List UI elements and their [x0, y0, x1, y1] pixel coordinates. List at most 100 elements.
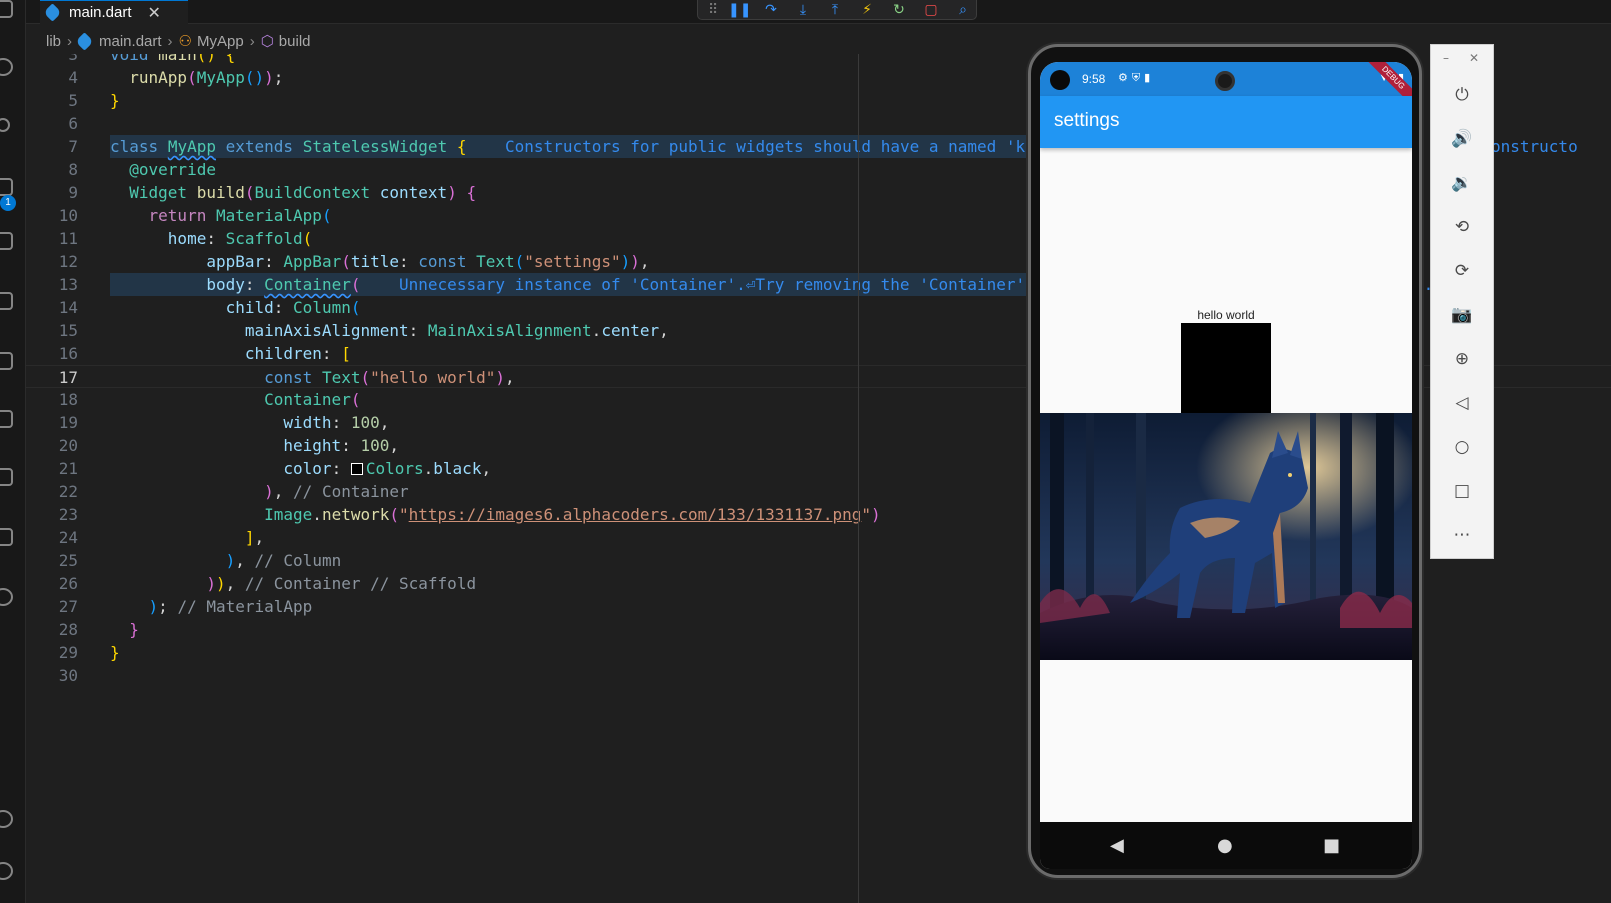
extensions-icon[interactable] [0, 232, 13, 250]
code-text: width: 100, [283, 413, 390, 432]
code-text: const Text("hello world"), [264, 368, 515, 387]
camera-cutout-icon [1050, 70, 1070, 90]
home-icon[interactable]: ○ [1449, 434, 1475, 460]
image-url-link[interactable]: https://images6.alphacoders.com/133/1331… [409, 505, 862, 524]
color-swatch-icon[interactable] [350, 463, 363, 475]
line-number: 16 [58, 344, 78, 363]
chevron-right-icon: › [67, 32, 73, 50]
volume-down-icon[interactable]: 🔉 [1449, 170, 1475, 196]
testing-icon[interactable] [0, 292, 13, 310]
code-text: ), // Column [225, 551, 342, 570]
tab-main-dart[interactable]: main.dart ✕ [40, 0, 188, 24]
notification-badge: 1 [0, 195, 16, 211]
search-icon[interactable] [0, 58, 13, 76]
code-text: appBar: AppBar(title: const Text("settin… [206, 252, 650, 271]
line-number: 18 [58, 390, 78, 409]
status-time: 9:58 [1082, 72, 1106, 86]
code-text: void main() { [110, 54, 236, 64]
account-icon[interactable] [0, 810, 13, 828]
line-number: 26 [58, 574, 78, 593]
line-number: 24 [58, 528, 78, 547]
stop-icon[interactable]: ▢ [920, 2, 942, 18]
python-icon[interactable] [0, 410, 13, 428]
line-number: 9 [68, 183, 78, 202]
drag-handle-icon[interactable]: ⠿ [708, 2, 718, 18]
nav-home-icon[interactable]: ● [1217, 835, 1233, 856]
breadcrumb-class[interactable]: MyApp [197, 33, 244, 50]
code-text: body: Container( Unnecessary instance of… [110, 273, 1055, 296]
code-text: ), // Container [264, 482, 409, 501]
play-icon[interactable] [0, 588, 13, 606]
line-number: 21 [58, 459, 78, 478]
back-icon[interactable]: ◁ [1449, 390, 1475, 416]
more-icon[interactable]: ⋯ [1449, 522, 1475, 548]
line-number: 3 [68, 54, 78, 64]
code-text: } [110, 91, 120, 110]
code-text: )), // Container // Scaffold [206, 574, 477, 593]
code-text: return MaterialApp( [148, 206, 332, 225]
code-text: } [110, 643, 120, 662]
line-number: 25 [58, 551, 78, 570]
flask-icon[interactable] [0, 352, 13, 370]
front-camera-icon [1215, 71, 1235, 91]
minimize-icon[interactable]: – [1443, 51, 1449, 65]
volume-up-icon[interactable]: 🔊 [1449, 126, 1475, 152]
gear-icon[interactable] [0, 862, 13, 880]
line-number: 27 [58, 597, 78, 616]
breadcrumb-method[interactable]: build [279, 33, 311, 50]
code-text: color: Colors.black, [283, 459, 492, 478]
hot-reload-icon[interactable]: ⚡ [856, 2, 878, 18]
phone-screen[interactable]: 9:58 ⚙⛨▮ ▼◢▮ DEBUG settings hello world [1040, 62, 1412, 869]
code-text: ], [244, 528, 265, 547]
nav-back-icon[interactable]: ◀ [1110, 835, 1124, 856]
line-number: 11 [58, 229, 78, 248]
breadcrumb-folder[interactable]: lib [46, 33, 61, 50]
zoom-icon[interactable]: ⊕ [1449, 346, 1475, 372]
dart-file-icon [75, 31, 94, 51]
breadcrumb-file[interactable]: main.dart [99, 33, 162, 50]
wolf-network-image [1040, 413, 1412, 660]
line-number: 15 [58, 321, 78, 340]
app-bar-title: settings [1054, 110, 1120, 131]
step-into-icon[interactable]: ⤓ [792, 2, 814, 18]
android-nav-bar: ◀ ● ■ [1040, 822, 1412, 869]
devtools-icon[interactable]: ⌕ [952, 2, 974, 18]
rotate-left-icon[interactable]: ⟲ [1449, 214, 1475, 240]
overview-icon[interactable]: □ [1449, 478, 1475, 504]
line-number: 14 [58, 298, 78, 317]
close-icon[interactable]: ✕ [148, 3, 161, 22]
source-control-icon[interactable] [0, 118, 10, 132]
app-bar: settings [1040, 96, 1412, 148]
restart-icon[interactable]: ↻ [888, 2, 910, 18]
status-icons: ⚙⛨▮ [1118, 72, 1155, 84]
code-text: Widget build(BuildContext context) { [129, 183, 477, 202]
files-icon[interactable] [0, 0, 13, 18]
book-icon[interactable] [0, 468, 13, 486]
line-number: 4 [68, 68, 78, 87]
editor-ruler [858, 54, 859, 903]
code-text: ); // MaterialApp [148, 597, 313, 616]
remote-icon[interactable] [0, 528, 13, 546]
line-number: 13 [58, 275, 78, 294]
run-debug-icon[interactable] [0, 178, 13, 196]
dart-file-icon [43, 3, 62, 22]
hello-text: hello world [1197, 308, 1255, 322]
chevron-right-icon: › [167, 32, 173, 50]
line-number: 22 [58, 482, 78, 501]
line-number: 6 [68, 114, 78, 133]
inline-diagnostic-tail: onstructo [1491, 137, 1578, 156]
breadcrumb: lib › main.dart › ⚇ MyApp › ⬡ build [46, 30, 311, 52]
code-text: child: Column( [225, 298, 361, 317]
close-icon[interactable]: ✕ [1469, 51, 1479, 65]
rotate-right-icon[interactable]: ⟳ [1449, 258, 1475, 284]
nav-overview-icon[interactable]: ■ [1323, 835, 1340, 856]
activity-bar: 1 [0, 0, 26, 903]
camera-icon[interactable]: 📷 [1449, 302, 1475, 328]
step-over-icon[interactable]: ↷ [760, 2, 782, 18]
step-out-icon[interactable]: ⤒ [824, 2, 846, 18]
power-icon[interactable]: ⏻ [1449, 82, 1475, 108]
pause-icon[interactable]: ❚❚ [728, 2, 751, 18]
line-number: 30 [58, 666, 78, 685]
code-text: runApp(MyApp()); [129, 68, 284, 87]
method-icon: ⬡ [260, 33, 274, 50]
